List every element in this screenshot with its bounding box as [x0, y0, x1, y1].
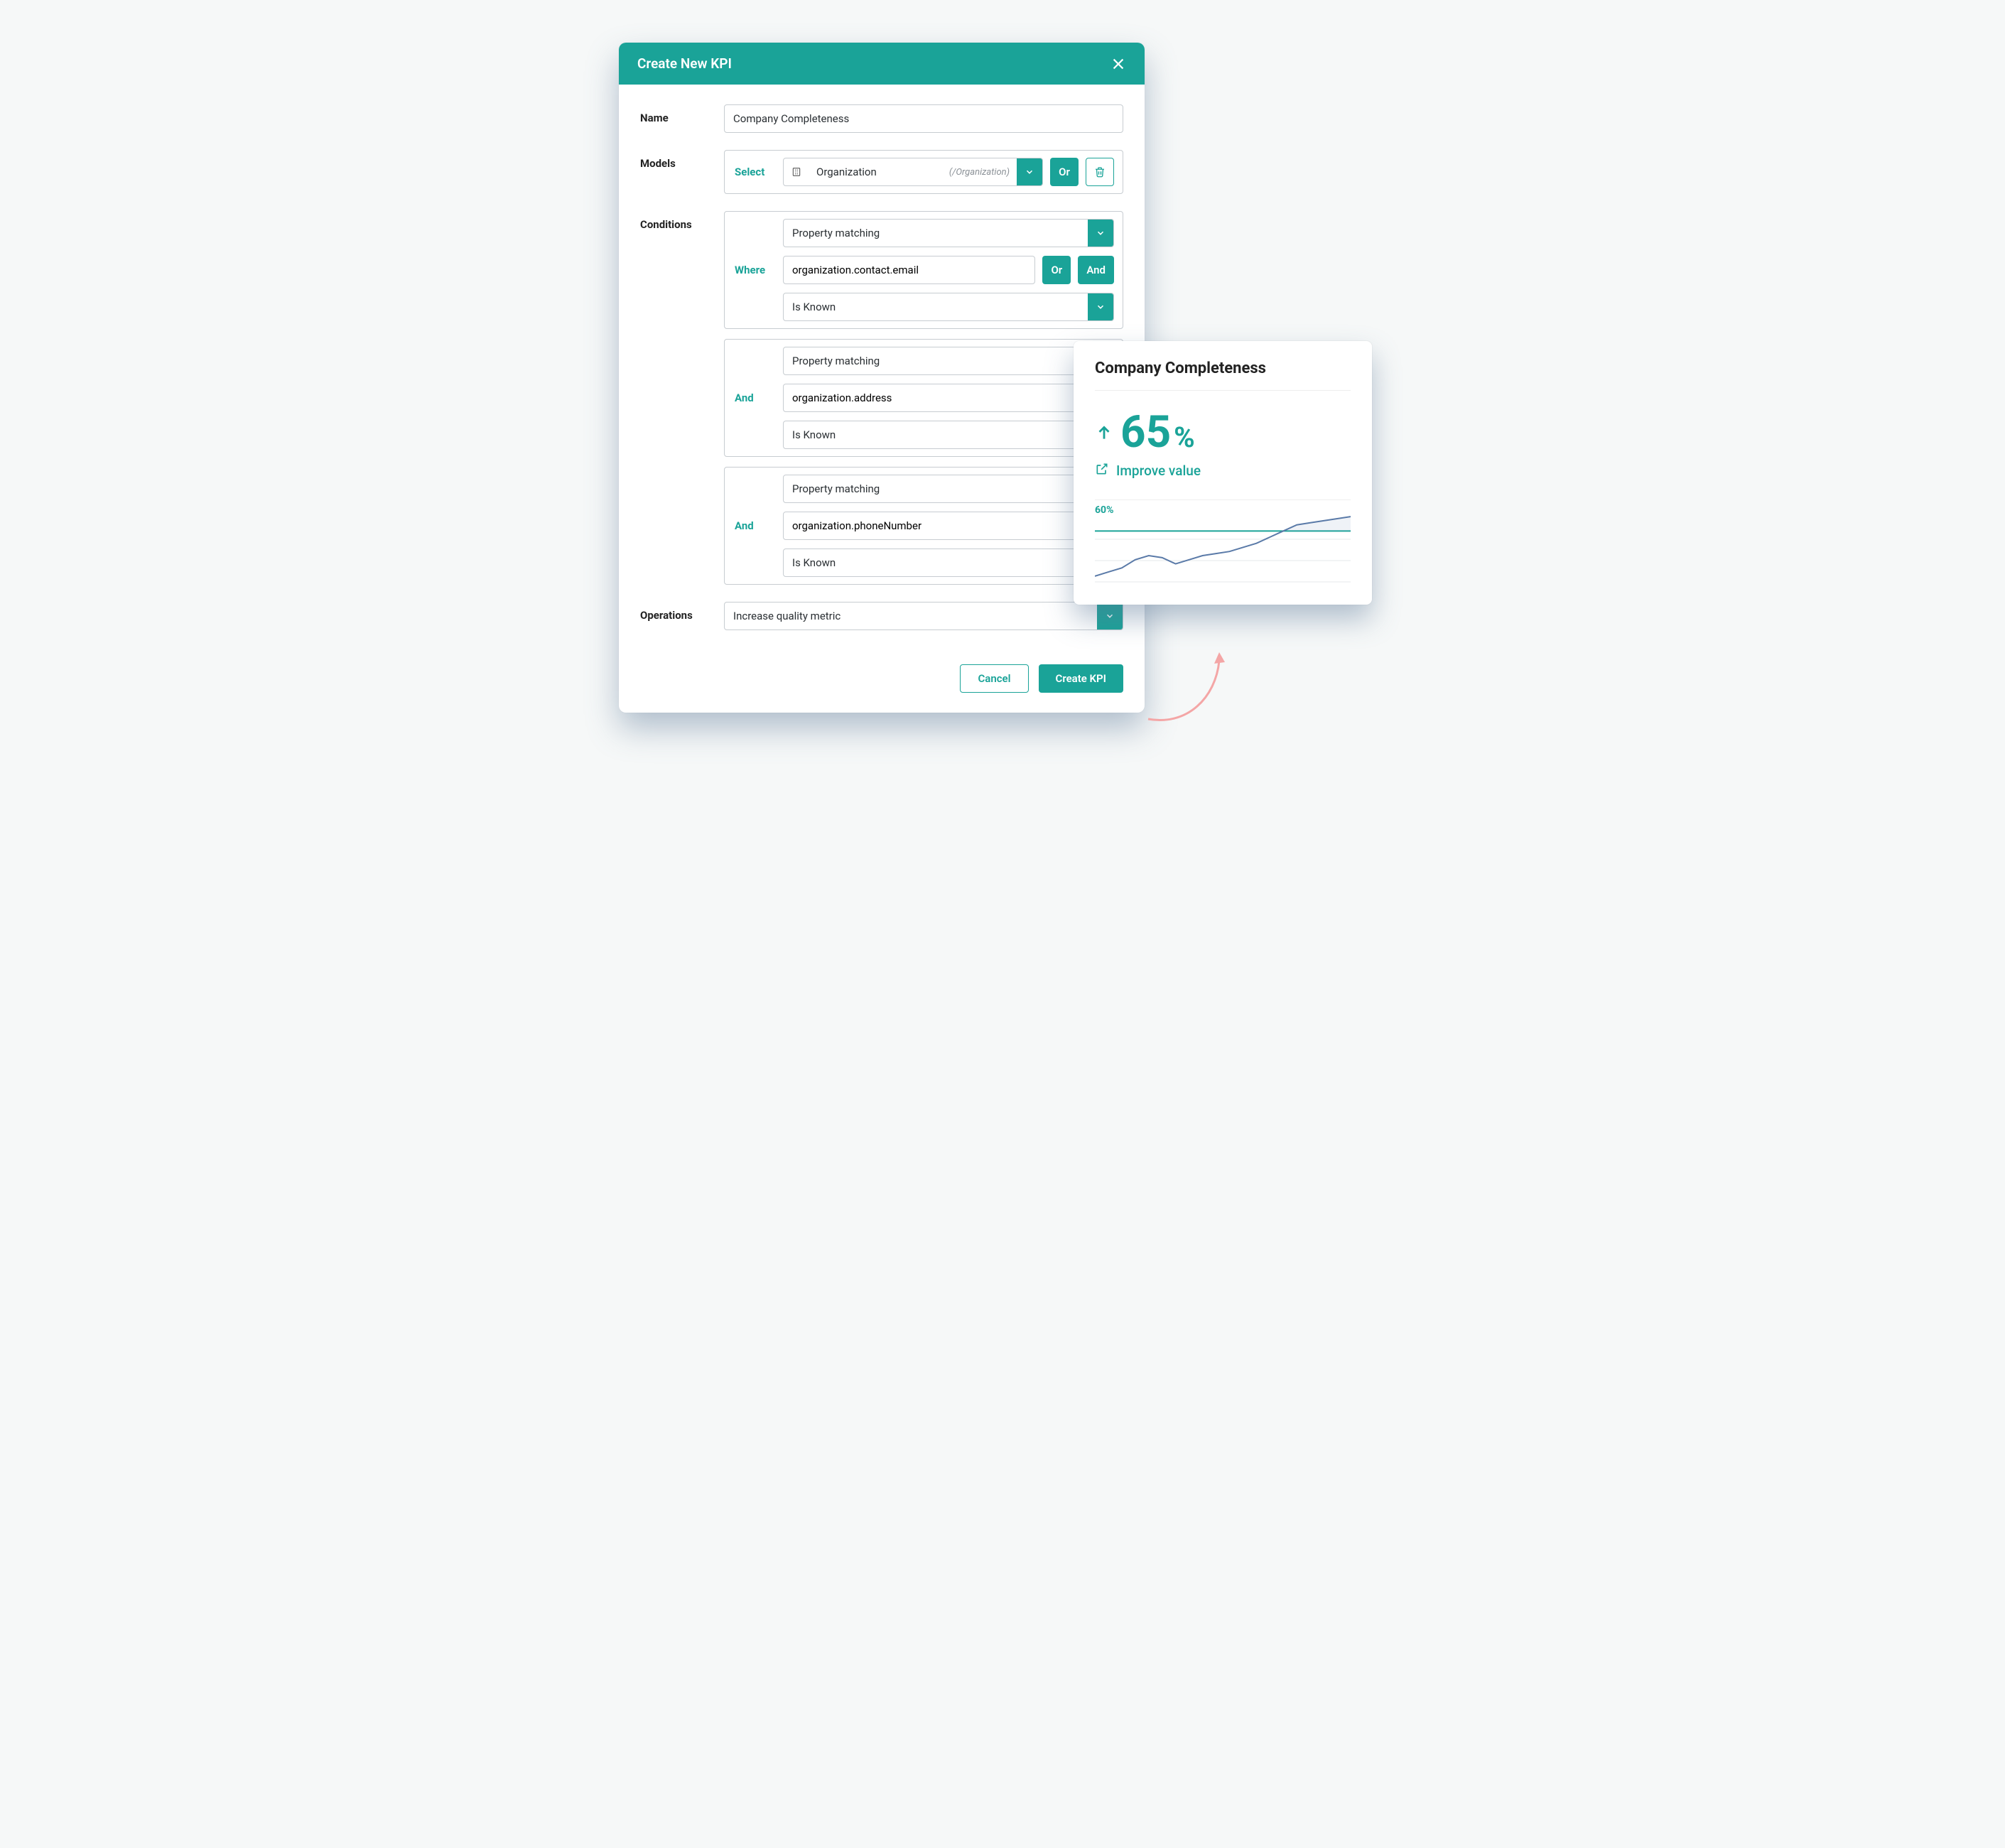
flow-arrow-icon	[1145, 648, 1258, 736]
operation-value: Increase quality metric	[725, 610, 1097, 622]
chevron-down-icon[interactable]	[1097, 603, 1123, 629]
arrow-up-icon	[1095, 422, 1113, 443]
trash-icon[interactable]	[1086, 158, 1114, 186]
kpi-percent: %	[1174, 421, 1195, 454]
operator-value: Is Known	[784, 428, 1088, 441]
kpi-name-input[interactable]	[724, 104, 1123, 133]
condition-group: Where Property matching Or And Is Known	[724, 211, 1123, 329]
condition-connector: And	[733, 519, 776, 532]
improve-value-link[interactable]: Improve value	[1095, 462, 1351, 480]
model-group: Select Organization (/Organization) Or	[724, 150, 1123, 194]
model-name: Organization	[808, 166, 949, 178]
match-type-value: Property matching	[784, 355, 1088, 367]
property-input[interactable]	[783, 384, 1079, 412]
condition-group: And Property matching Or Is Known	[724, 467, 1123, 585]
create-kpi-button[interactable]: Create KPI	[1039, 664, 1123, 693]
external-link-icon	[1095, 462, 1109, 480]
kpi-card: Company Completeness 65 % Improve value …	[1074, 341, 1372, 605]
threshold-label: 60%	[1095, 504, 1113, 516]
operator-select[interactable]: Is Known	[783, 421, 1114, 449]
operator-value: Is Known	[784, 556, 1088, 569]
modal-title: Create New KPI	[637, 55, 732, 72]
conditions-label: Conditions	[640, 211, 724, 231]
organization-icon	[784, 166, 802, 178]
operator-select[interactable]: Is Known	[783, 293, 1114, 321]
model-or-button[interactable]: Or	[1050, 158, 1079, 186]
match-type-value: Property matching	[784, 482, 1088, 495]
select-label: Select	[733, 166, 776, 178]
condition-connector: Where	[733, 264, 776, 276]
chevron-down-icon[interactable]	[1017, 158, 1042, 185]
model-select[interactable]: Organization (/Organization)	[783, 158, 1043, 186]
condition-or-button[interactable]: Or	[1042, 256, 1071, 284]
operations-label: Operations	[640, 602, 724, 622]
condition-and-button[interactable]: And	[1078, 256, 1114, 284]
operator-value: Is Known	[784, 301, 1088, 313]
kpi-chart: 60%	[1095, 499, 1351, 592]
close-icon[interactable]	[1110, 56, 1126, 72]
condition-connector: And	[733, 391, 776, 404]
condition-group: And Property matching Or Is Known	[724, 339, 1123, 457]
chevron-down-icon[interactable]	[1088, 293, 1113, 320]
kpi-title: Company Completeness	[1095, 360, 1351, 391]
kpi-value: 65 %	[1095, 411, 1351, 455]
modal-header: Create New KPI	[619, 43, 1145, 85]
operation-select[interactable]: Increase quality metric	[724, 602, 1123, 630]
create-kpi-modal: Create New KPI Name Models Select	[619, 43, 1145, 713]
chevron-down-icon[interactable]	[1088, 220, 1113, 247]
models-label: Models	[640, 150, 724, 170]
match-type-select[interactable]: Property matching	[783, 219, 1114, 247]
property-input[interactable]	[783, 512, 1079, 540]
name-label: Name	[640, 104, 724, 124]
improve-label: Improve value	[1116, 463, 1201, 479]
cancel-button[interactable]: Cancel	[960, 664, 1028, 693]
property-input[interactable]	[783, 256, 1035, 284]
match-type-value: Property matching	[784, 227, 1088, 239]
match-type-select[interactable]: Property matching	[783, 475, 1114, 503]
kpi-number: 65	[1120, 411, 1171, 455]
model-path: (/Organization)	[949, 167, 1017, 178]
match-type-select[interactable]: Property matching	[783, 347, 1114, 375]
operator-select[interactable]: Is Known	[783, 549, 1114, 577]
